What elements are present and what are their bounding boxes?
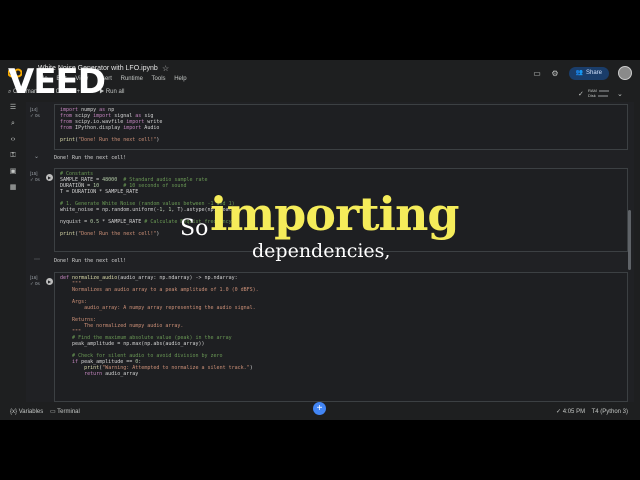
header-actions: ▭ ⚙ 👥 Share: [533, 66, 632, 80]
run-cell-button[interactable]: ▶: [46, 278, 53, 285]
status-right: ✓ 4:05 PM T4 (Python 3): [556, 408, 628, 415]
code-snippets-icon[interactable]: ‹›: [9, 136, 17, 144]
terminal-icon[interactable]: ▭: [50, 409, 56, 415]
cell-output-1: Done! Run the next cell!: [54, 155, 127, 161]
caption-so: So: [180, 216, 209, 241]
disk-label: Disk: [588, 93, 596, 98]
check-icon: ✓: [578, 91, 584, 98]
star-icon[interactable]: ☆: [162, 64, 169, 73]
avatar[interactable]: [618, 66, 632, 80]
watermark-logo: VEED: [8, 62, 106, 102]
variables-icon[interactable]: {x}: [10, 409, 17, 415]
comment-icon[interactable]: ▭: [533, 69, 542, 78]
settings-gear-icon[interactable]: ⚙: [551, 69, 560, 78]
status-time: 4:05 PM: [562, 409, 586, 415]
people-icon: 👥: [575, 69, 583, 76]
ram-bar: [598, 89, 609, 92]
menu-help[interactable]: Help: [174, 76, 186, 82]
output-collapse-icon[interactable]: ⌄: [34, 153, 39, 160]
status-left: {x} Variables ▭ Terminal: [10, 408, 80, 415]
search-sidebar-icon[interactable]: ⌕: [9, 120, 17, 128]
output-more-icon[interactable]: ⋯: [34, 256, 40, 263]
terminal-grid-icon[interactable]: ▦: [9, 184, 17, 192]
status-check-icon: ✓: [556, 409, 562, 415]
cell-exec-count: [14] ✓ 0s: [30, 107, 40, 119]
cell-exec-count: [16] ✓ 0s: [30, 275, 40, 287]
cell-output-2: Done! Run the next cell!: [54, 258, 127, 264]
variables-button[interactable]: Variables: [19, 409, 44, 415]
menu-tools[interactable]: Tools: [152, 76, 166, 82]
left-sidebar: ☰ ⌕ ‹› ⚿ ▣ ▦: [0, 102, 26, 402]
disk-bar: [597, 94, 608, 97]
exec-time-2: ✓ 0s: [30, 177, 40, 182]
share-label: Share: [585, 69, 602, 76]
exec-time-3: ✓ 0s: [30, 281, 40, 286]
caption-sub: dependencies,: [252, 240, 391, 262]
code-editor-3[interactable]: def normalize_audio(audio_array: np.ndar…: [54, 272, 628, 402]
chevron-down-icon[interactable]: ⌄: [617, 90, 623, 98]
terminal-button[interactable]: Terminal: [57, 409, 80, 415]
code-cell-3: [16] ✓ 0s ▶ def normalize_audio(audio_ar…: [26, 272, 632, 402]
cell-exec-count: [15] ✓ 0s: [30, 171, 40, 183]
run-cell-button[interactable]: ▶: [46, 174, 53, 181]
caption-main: importing: [210, 187, 460, 241]
menu-runtime[interactable]: Runtime: [121, 76, 143, 82]
runtime-type[interactable]: T4 (Python 3): [592, 409, 628, 415]
table-of-contents-icon[interactable]: ☰: [9, 104, 17, 112]
code-cell-1: [14] ✓ 0s import numpy as np from scipy …: [26, 104, 632, 164]
share-button[interactable]: 👥 Share: [568, 66, 609, 80]
vertical-scrollbar[interactable]: [628, 210, 631, 270]
exec-time-1: ✓ 0s: [30, 113, 40, 118]
run-all-button[interactable]: Run all: [106, 89, 125, 95]
resource-monitor[interactable]: RAM Disk: [588, 88, 609, 98]
files-folder-icon[interactable]: ▣: [9, 168, 17, 176]
secrets-key-icon[interactable]: ⚿: [9, 152, 17, 160]
add-cell-button[interactable]: +: [313, 402, 326, 415]
code-editor-1[interactable]: import numpy as np from scipy import sig…: [54, 104, 628, 150]
